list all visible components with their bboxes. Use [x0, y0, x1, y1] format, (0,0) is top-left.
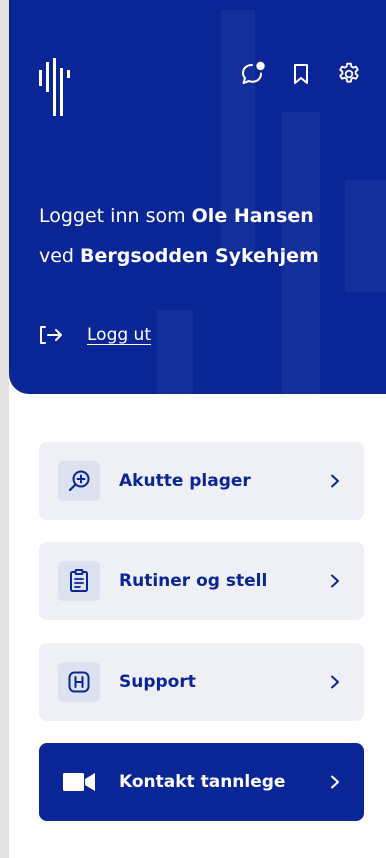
- bookmark-icon[interactable]: [287, 60, 315, 88]
- clipboard-icon: [58, 561, 100, 601]
- app-logo: [39, 58, 70, 116]
- menu-item-akutte-plager[interactable]: Akutte plager: [39, 442, 364, 520]
- login-greeting: Logget inn som Ole Hansen ved Bergsodden…: [39, 196, 379, 276]
- logout-label: Logg ut: [87, 325, 151, 345]
- menu-item-rutiner-og-stell[interactable]: Rutiner og stell: [39, 542, 364, 620]
- greeting-prefix: Logget inn som: [39, 205, 192, 227]
- menu-item-label: Support: [119, 672, 196, 692]
- menu-item-label: Kontakt tannlege: [119, 772, 286, 792]
- chevron-right-icon: [331, 675, 339, 689]
- logout-link[interactable]: Logg ut: [39, 318, 151, 352]
- header-panel: Logget inn som Ole Hansen ved Bergsodden…: [9, 0, 386, 394]
- menu-item-label: Rutiner og stell: [119, 571, 268, 591]
- logout-arrow-icon: [40, 326, 62, 344]
- search-plus-icon: [58, 461, 100, 501]
- help-h-icon: [58, 662, 100, 702]
- chevron-right-icon: [331, 775, 339, 789]
- chevron-right-icon: [331, 574, 339, 588]
- settings-gear-icon[interactable]: [335, 60, 363, 88]
- decor-stripe: [157, 310, 193, 394]
- video-camera-icon: [58, 762, 100, 802]
- chat-notification-icon[interactable]: [239, 60, 267, 88]
- user-name: Ole Hansen: [191, 205, 314, 227]
- menu-item-kontakt-tannlege[interactable]: Kontakt tannlege: [39, 743, 364, 821]
- facility-name: Bergsodden Sykehjem: [80, 245, 319, 267]
- menu-item-support[interactable]: Support: [39, 643, 364, 721]
- greeting-connector: ved: [39, 245, 81, 267]
- menu-item-label: Akutte plager: [119, 471, 251, 491]
- chevron-right-icon: [331, 474, 339, 488]
